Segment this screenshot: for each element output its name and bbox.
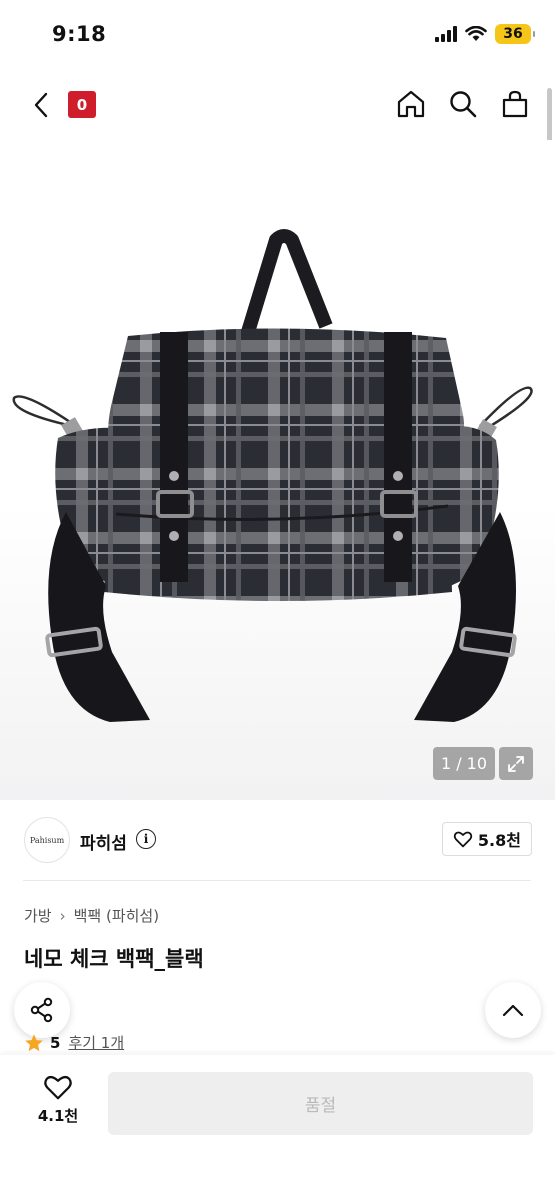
wifi-icon xyxy=(465,26,487,41)
share-icon xyxy=(30,997,53,1023)
header-actions xyxy=(395,86,531,122)
wishlist-button[interactable]: 4.1천 xyxy=(28,1073,88,1133)
cellular-signal-icon xyxy=(435,26,457,42)
app-header: 0 xyxy=(0,70,555,140)
scroll-to-top-button[interactable] xyxy=(485,982,541,1038)
heart-icon xyxy=(44,1075,72,1100)
shopping-bag-button[interactable] xyxy=(499,86,531,122)
breadcrumb: 가방 › 백팩 (파히섬) xyxy=(24,905,159,926)
home-icon xyxy=(397,90,425,118)
info-icon[interactable]: i xyxy=(136,829,156,849)
search-button[interactable] xyxy=(447,86,479,122)
status-time: 9:18 xyxy=(52,22,107,46)
shopping-bag-icon xyxy=(502,90,528,118)
brand-logo[interactable]: Pahisum xyxy=(24,817,70,863)
status-icons: 36 xyxy=(435,24,535,44)
brand-row: Pahisum 파히섬 i 5.8천 xyxy=(0,800,555,880)
brand-like-button[interactable]: 5.8천 xyxy=(441,822,532,856)
star-icon xyxy=(25,1033,43,1051)
home-button[interactable] xyxy=(395,86,427,122)
chevron-right-icon: › xyxy=(59,906,66,925)
rating-row: 5 후기 1개 xyxy=(24,1032,124,1053)
backpack-image xyxy=(12,229,533,722)
brand-like-count: 5.8천 xyxy=(477,831,521,850)
image-counter: 1 / 10 xyxy=(433,747,495,780)
sold-out-button[interactable]: 품절 xyxy=(108,1072,533,1135)
wishlist-count: 4.1천 xyxy=(37,1107,79,1125)
breadcrumb-item-bag[interactable]: 가방 xyxy=(24,905,52,926)
search-icon xyxy=(450,91,477,118)
expand-image-button[interactable] xyxy=(499,747,533,780)
divider xyxy=(23,880,531,881)
share-button[interactable] xyxy=(14,982,70,1038)
review-link[interactable]: 후기 1개 xyxy=(68,1032,124,1053)
product-title: 네모 체크 백팩_블랙 xyxy=(24,947,204,971)
chevron-up-icon xyxy=(502,1004,524,1017)
expand-icon xyxy=(508,755,524,772)
back-button[interactable] xyxy=(26,88,56,122)
heart-icon xyxy=(453,831,473,848)
battery-indicator: 36 xyxy=(495,24,535,44)
product-image-carousel[interactable]: 1 / 10 xyxy=(0,140,555,800)
breadcrumb-item-backpack[interactable]: 백팩 (파히섬) xyxy=(74,905,159,926)
rating-value: 5 xyxy=(50,1033,61,1052)
bottom-action-bar: 4.1천 품절 xyxy=(0,1055,555,1200)
brand-name[interactable]: 파히섬 xyxy=(80,829,127,854)
status-bar: 9:18 36 xyxy=(0,0,555,70)
cart-count-badge[interactable]: 0 xyxy=(68,91,96,118)
back-arrow-icon xyxy=(34,92,48,118)
